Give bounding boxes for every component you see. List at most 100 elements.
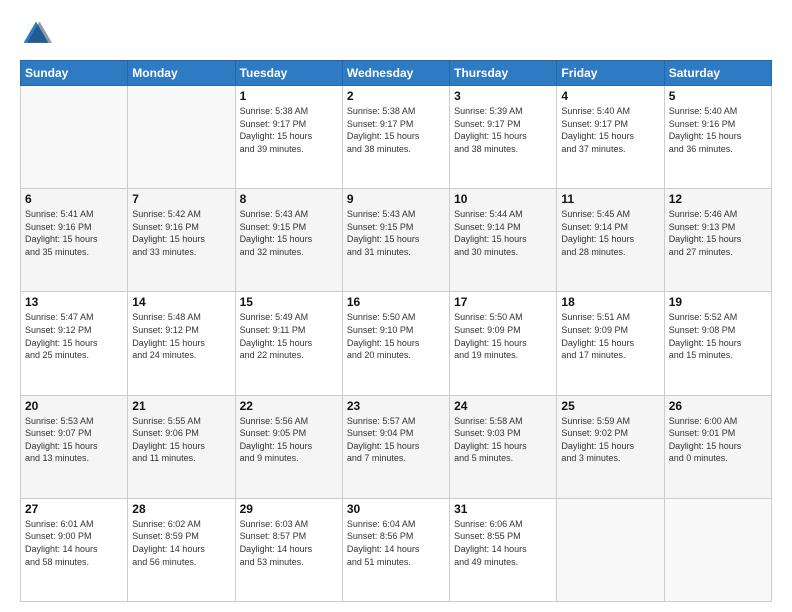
cell-info: Sunrise: 5:43 AM Sunset: 9:15 PM Dayligh… bbox=[347, 208, 445, 258]
cell-info: Sunrise: 6:04 AM Sunset: 8:56 PM Dayligh… bbox=[347, 518, 445, 568]
calendar-cell bbox=[557, 498, 664, 601]
cell-info: Sunrise: 5:50 AM Sunset: 9:10 PM Dayligh… bbox=[347, 311, 445, 361]
calendar-cell: 29 Sunrise: 6:03 AM Sunset: 8:57 PM Dayli… bbox=[235, 498, 342, 601]
cell-info: Sunrise: 5:51 AM Sunset: 9:09 PM Dayligh… bbox=[561, 311, 659, 361]
calendar-cell: 7Sunrise: 5:42 AM Sunset: 9:16 PM Daylig… bbox=[128, 189, 235, 292]
calendar-cell: 24 Sunrise: 5:58 AM Sunset: 9:03 PM Dayli… bbox=[450, 395, 557, 498]
calendar-cell: 12 Sunrise: 5:46 AM Sunset: 9:13 PM Dayli… bbox=[664, 189, 771, 292]
weekday-header: Tuesday bbox=[235, 61, 342, 86]
calendar-cell: 31 Sunrise: 6:06 AM Sunset: 8:55 PM Dayli… bbox=[450, 498, 557, 601]
cell-info: Sunrise: 6:00 AM Sunset: 9:01 PM Dayligh… bbox=[669, 415, 767, 465]
cell-info: Sunrise: 5:41 AM Sunset: 9:16 PM Dayligh… bbox=[25, 208, 123, 258]
calendar-cell: 9 Sunrise: 5:43 AM Sunset: 9:15 PM Daylig… bbox=[342, 189, 449, 292]
cell-info: Sunrise: 5:38 AM Sunset: 9:17 PM Dayligh… bbox=[347, 105, 445, 155]
calendar-row: 27 Sunrise: 6:01 AM Sunset: 9:00 PM Dayli… bbox=[21, 498, 772, 601]
day-number: 28 bbox=[132, 502, 230, 516]
cell-info: Sunrise: 5:39 AM Sunset: 9:17 PM Dayligh… bbox=[454, 105, 552, 155]
calendar-cell: 28 Sunrise: 6:02 AM Sunset: 8:59 PM Dayli… bbox=[128, 498, 235, 601]
cell-info: Sunrise: 5:40 AM Sunset: 9:16 PM Dayligh… bbox=[669, 105, 767, 155]
calendar-row: 20Sunrise: 5:53 AM Sunset: 9:07 PM Dayli… bbox=[21, 395, 772, 498]
calendar-cell: 19 Sunrise: 5:52 AM Sunset: 9:08 PM Dayli… bbox=[664, 292, 771, 395]
calendar-cell: 27 Sunrise: 6:01 AM Sunset: 9:00 PM Dayli… bbox=[21, 498, 128, 601]
cell-info: Sunrise: 5:59 AM Sunset: 9:02 PM Dayligh… bbox=[561, 415, 659, 465]
cell-info: Sunrise: 5:38 AM Sunset: 9:17 PM Dayligh… bbox=[240, 105, 338, 155]
logo bbox=[20, 18, 56, 50]
cell-info: Sunrise: 5:55 AM Sunset: 9:06 PM Dayligh… bbox=[132, 415, 230, 465]
calendar-row: 1Sunrise: 5:38 AM Sunset: 9:17 PM Daylig… bbox=[21, 86, 772, 189]
day-number: 30 bbox=[347, 502, 445, 516]
cell-info: Sunrise: 6:03 AM Sunset: 8:57 PM Dayligh… bbox=[240, 518, 338, 568]
day-number: 21 bbox=[132, 399, 230, 413]
calendar-cell: 2 Sunrise: 5:38 AM Sunset: 9:17 PM Daylig… bbox=[342, 86, 449, 189]
calendar-cell: 23Sunrise: 5:57 AM Sunset: 9:04 PM Dayli… bbox=[342, 395, 449, 498]
day-number: 5 bbox=[669, 89, 767, 103]
day-number: 15 bbox=[240, 295, 338, 309]
calendar-cell: 3 Sunrise: 5:39 AM Sunset: 9:17 PM Daylig… bbox=[450, 86, 557, 189]
calendar-row: 6 Sunrise: 5:41 AM Sunset: 9:16 PM Daylig… bbox=[21, 189, 772, 292]
day-number: 6 bbox=[25, 192, 123, 206]
day-number: 18 bbox=[561, 295, 659, 309]
calendar-cell: 15 Sunrise: 5:49 AM Sunset: 9:11 PM Dayli… bbox=[235, 292, 342, 395]
calendar-cell: 8 Sunrise: 5:43 AM Sunset: 9:15 PM Daylig… bbox=[235, 189, 342, 292]
cell-info: Sunrise: 5:53 AM Sunset: 9:07 PM Dayligh… bbox=[25, 415, 123, 465]
cell-info: Sunrise: 5:43 AM Sunset: 9:15 PM Dayligh… bbox=[240, 208, 338, 258]
day-number: 31 bbox=[454, 502, 552, 516]
calendar-cell bbox=[21, 86, 128, 189]
cell-info: Sunrise: 6:02 AM Sunset: 8:59 PM Dayligh… bbox=[132, 518, 230, 568]
cell-info: Sunrise: 5:49 AM Sunset: 9:11 PM Dayligh… bbox=[240, 311, 338, 361]
day-number: 24 bbox=[454, 399, 552, 413]
calendar-cell: 5 Sunrise: 5:40 AM Sunset: 9:16 PM Daylig… bbox=[664, 86, 771, 189]
day-number: 10 bbox=[454, 192, 552, 206]
calendar-cell: 18 Sunrise: 5:51 AM Sunset: 9:09 PM Dayli… bbox=[557, 292, 664, 395]
cell-info: Sunrise: 5:46 AM Sunset: 9:13 PM Dayligh… bbox=[669, 208, 767, 258]
cell-info: Sunrise: 5:58 AM Sunset: 9:03 PM Dayligh… bbox=[454, 415, 552, 465]
cell-info: Sunrise: 5:40 AM Sunset: 9:17 PM Dayligh… bbox=[561, 105, 659, 155]
calendar-header-row: SundayMondayTuesdayWednesdayThursdayFrid… bbox=[21, 61, 772, 86]
calendar-row: 13Sunrise: 5:47 AM Sunset: 9:12 PM Dayli… bbox=[21, 292, 772, 395]
day-number: 26 bbox=[669, 399, 767, 413]
day-number: 12 bbox=[669, 192, 767, 206]
calendar-cell: 16 Sunrise: 5:50 AM Sunset: 9:10 PM Dayli… bbox=[342, 292, 449, 395]
logo-icon bbox=[20, 18, 52, 50]
weekday-header: Saturday bbox=[664, 61, 771, 86]
day-number: 3 bbox=[454, 89, 552, 103]
day-number: 11 bbox=[561, 192, 659, 206]
calendar-cell: 10 Sunrise: 5:44 AM Sunset: 9:14 PM Dayli… bbox=[450, 189, 557, 292]
calendar-cell bbox=[128, 86, 235, 189]
cell-info: Sunrise: 5:45 AM Sunset: 9:14 PM Dayligh… bbox=[561, 208, 659, 258]
day-number: 4 bbox=[561, 89, 659, 103]
day-number: 22 bbox=[240, 399, 338, 413]
day-number: 9 bbox=[347, 192, 445, 206]
day-number: 19 bbox=[669, 295, 767, 309]
cell-info: Sunrise: 6:01 AM Sunset: 9:00 PM Dayligh… bbox=[25, 518, 123, 568]
calendar-cell: 4 Sunrise: 5:40 AM Sunset: 9:17 PM Daylig… bbox=[557, 86, 664, 189]
calendar-cell: 22Sunrise: 5:56 AM Sunset: 9:05 PM Dayli… bbox=[235, 395, 342, 498]
cell-info: Sunrise: 5:47 AM Sunset: 9:12 PM Dayligh… bbox=[25, 311, 123, 361]
day-number: 2 bbox=[347, 89, 445, 103]
cell-info: Sunrise: 5:48 AM Sunset: 9:12 PM Dayligh… bbox=[132, 311, 230, 361]
cell-info: Sunrise: 5:50 AM Sunset: 9:09 PM Dayligh… bbox=[454, 311, 552, 361]
weekday-header: Monday bbox=[128, 61, 235, 86]
day-number: 27 bbox=[25, 502, 123, 516]
cell-info: Sunrise: 6:06 AM Sunset: 8:55 PM Dayligh… bbox=[454, 518, 552, 568]
day-number: 29 bbox=[240, 502, 338, 516]
day-number: 25 bbox=[561, 399, 659, 413]
calendar-table: SundayMondayTuesdayWednesdayThursdayFrid… bbox=[20, 60, 772, 602]
calendar-cell: 11 Sunrise: 5:45 AM Sunset: 9:14 PM Dayli… bbox=[557, 189, 664, 292]
cell-info: Sunrise: 5:44 AM Sunset: 9:14 PM Dayligh… bbox=[454, 208, 552, 258]
calendar-cell: 26 Sunrise: 6:00 AM Sunset: 9:01 PM Dayli… bbox=[664, 395, 771, 498]
calendar-cell bbox=[664, 498, 771, 601]
weekday-header: Friday bbox=[557, 61, 664, 86]
weekday-header: Thursday bbox=[450, 61, 557, 86]
weekday-header: Wednesday bbox=[342, 61, 449, 86]
calendar-cell: 20Sunrise: 5:53 AM Sunset: 9:07 PM Dayli… bbox=[21, 395, 128, 498]
day-number: 16 bbox=[347, 295, 445, 309]
cell-info: Sunrise: 5:52 AM Sunset: 9:08 PM Dayligh… bbox=[669, 311, 767, 361]
day-number: 7 bbox=[132, 192, 230, 206]
day-number: 14 bbox=[132, 295, 230, 309]
day-number: 8 bbox=[240, 192, 338, 206]
weekday-header: Sunday bbox=[21, 61, 128, 86]
calendar-cell: 25 Sunrise: 5:59 AM Sunset: 9:02 PM Dayli… bbox=[557, 395, 664, 498]
calendar-cell: 17Sunrise: 5:50 AM Sunset: 9:09 PM Dayli… bbox=[450, 292, 557, 395]
cell-info: Sunrise: 5:57 AM Sunset: 9:04 PM Dayligh… bbox=[347, 415, 445, 465]
